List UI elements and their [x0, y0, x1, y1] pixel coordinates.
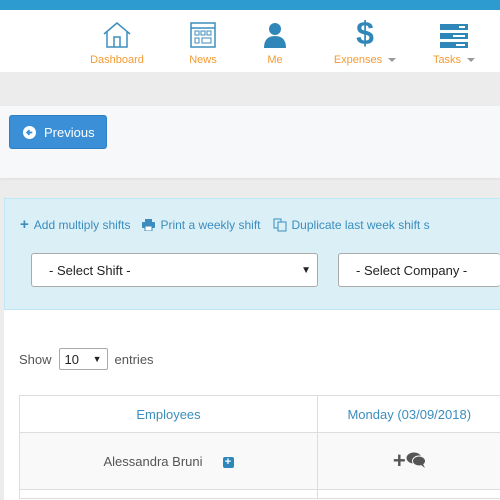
comments-icon[interactable] — [406, 452, 426, 468]
chevron-down-icon — [467, 58, 476, 63]
toolbar-panel: Previous — [0, 106, 500, 178]
print-icon — [142, 218, 156, 231]
copy-icon — [273, 218, 287, 231]
home-icon — [88, 18, 146, 48]
main-nav: Dashboard News Me $ Expenses Tasks — [0, 10, 500, 72]
nav-me[interactable]: Me — [260, 18, 290, 66]
top-bar — [0, 0, 500, 10]
column-header-monday[interactable]: Monday (03/09/2018) — [317, 395, 500, 433]
shift-cell: + — [317, 432, 500, 490]
column-header-employees[interactable]: Employees — [19, 395, 318, 433]
schedule-table-area: Show 10 ▼ entries Employees Monday (03/09… — [4, 310, 500, 500]
plus-square-icon[interactable]: + — [222, 456, 234, 468]
nav-news[interactable]: News — [183, 18, 223, 66]
table-row — [19, 489, 500, 499]
news-icon — [183, 18, 223, 48]
tasks-icon — [430, 18, 478, 48]
dropdown-arrow-icon: ▼ — [92, 354, 102, 364]
nav-dashboard[interactable]: Dashboard — [88, 18, 146, 66]
schedule-table: Employees Monday (03/09/2018) Alessandra… — [19, 395, 500, 499]
chevron-down-icon — [388, 58, 397, 63]
shift-actions-panel: + Add multiply shifts Print a weekly shif… — [4, 198, 500, 310]
dollar-icon: $ — [356, 15, 374, 51]
user-icon — [260, 18, 290, 48]
nav-tasks[interactable]: Tasks — [430, 18, 478, 66]
print-weekly-shift-link[interactable]: Print a weekly shift — [142, 216, 261, 233]
nav-expenses[interactable]: $ Expenses — [330, 15, 400, 66]
add-multiple-shifts-link[interactable]: + Add multiply shifts — [20, 216, 130, 233]
dropdown-arrow-icon: ▼ — [301, 264, 311, 276]
table-row: Alessandra Bruni + + — [19, 432, 500, 490]
arrow-circle-left-icon — [23, 125, 36, 139]
empty-cell — [19, 489, 318, 499]
duplicate-last-week-link[interactable]: Duplicate last week shift s — [273, 216, 430, 233]
plus-icon: + — [20, 216, 29, 233]
select-company[interactable]: - Select Company - — [338, 253, 500, 287]
add-shift-icon[interactable]: + — [393, 448, 406, 473]
empty-cell — [317, 489, 500, 499]
previous-button[interactable]: Previous — [9, 115, 107, 149]
employee-cell: Alessandra Bruni + — [19, 432, 318, 490]
entries-select[interactable]: 10 ▼ — [58, 348, 108, 370]
select-shift[interactable]: - Select Shift - ▼ — [31, 253, 318, 287]
